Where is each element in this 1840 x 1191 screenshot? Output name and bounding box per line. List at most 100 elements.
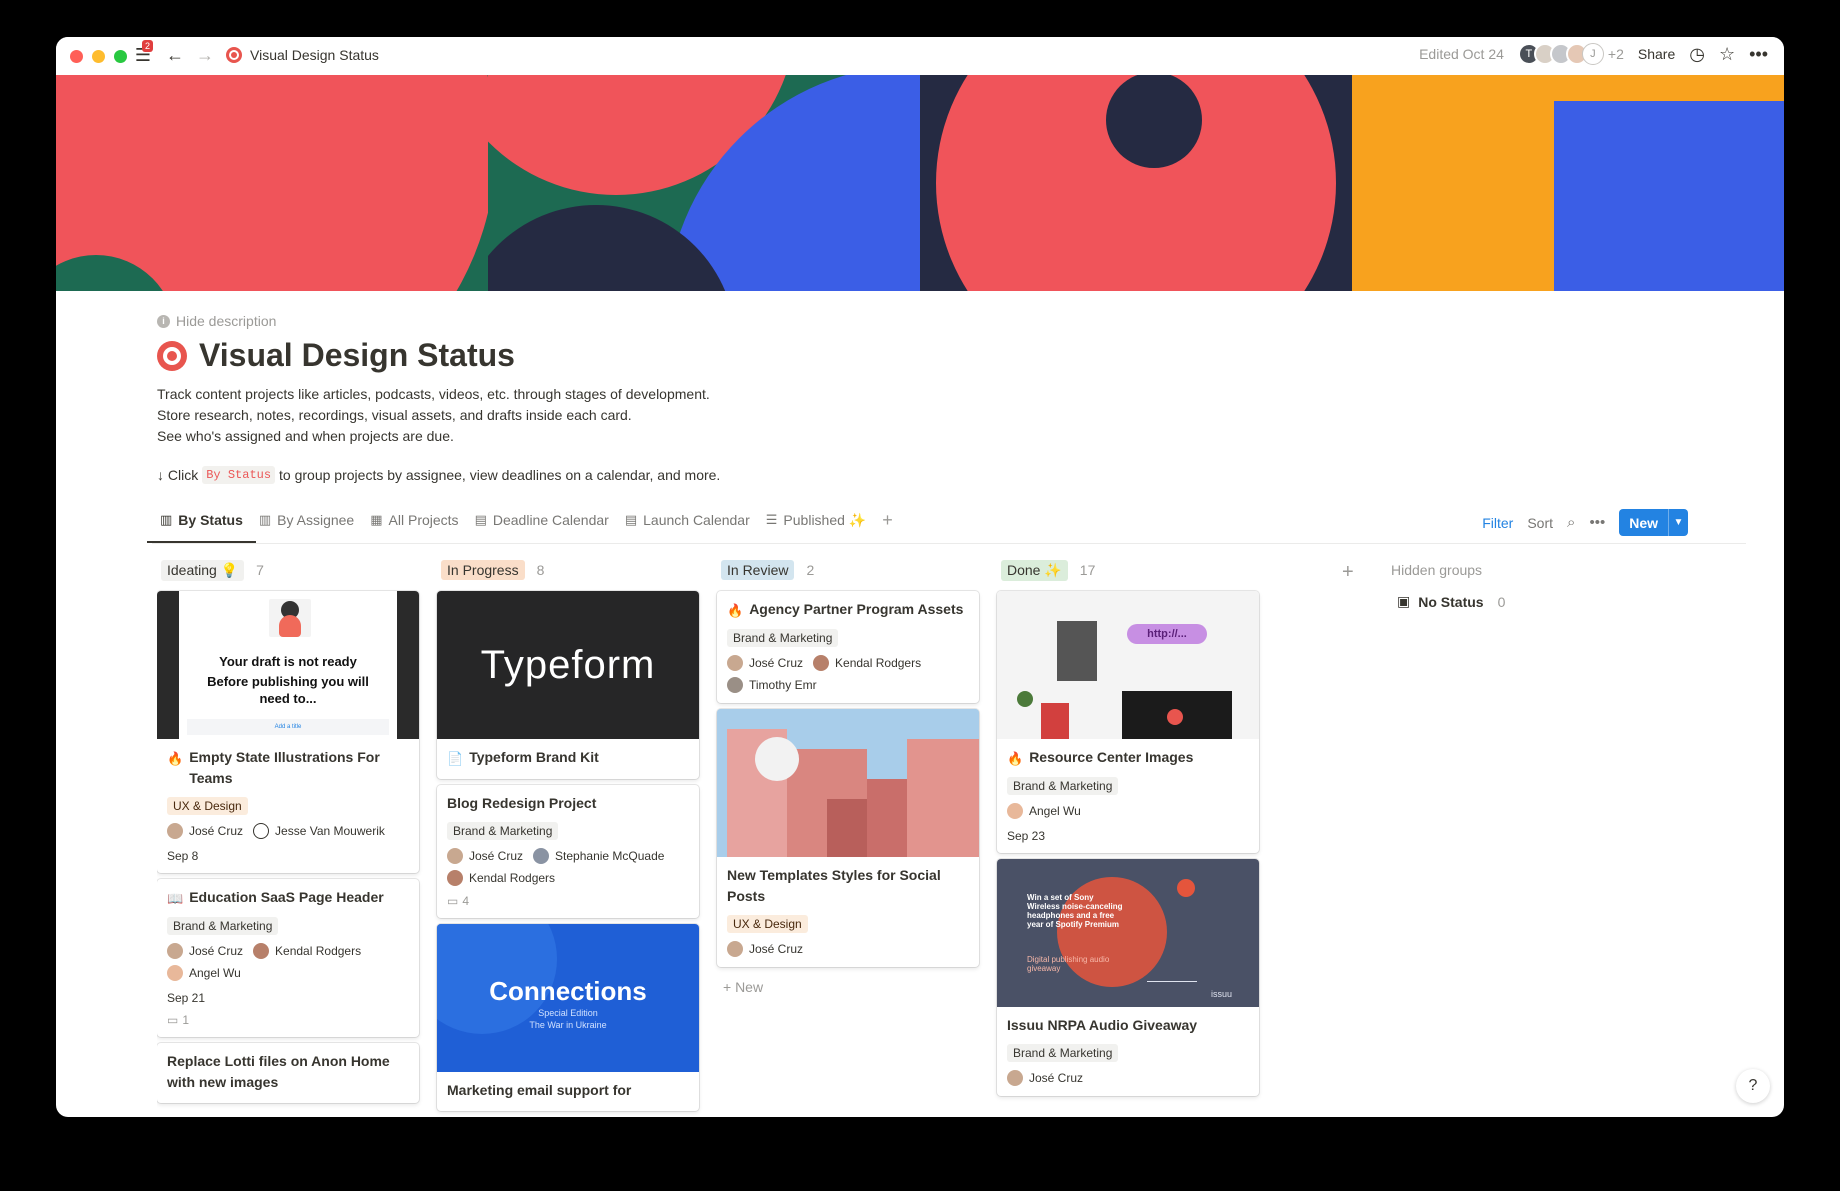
assignee-name: Kendal Rodgers: [275, 944, 362, 958]
card-title-text: Empty State Illustrations For Teams: [189, 749, 380, 786]
card-cover-image: Your draft is not ready Before publishin…: [157, 591, 419, 739]
filter-button[interactable]: Filter: [1482, 515, 1513, 531]
comment-icon: ▭: [167, 1013, 179, 1027]
more-icon[interactable]: •••: [1589, 514, 1605, 531]
cover-text: Connections: [489, 976, 647, 1006]
page-title-text[interactable]: Visual Design Status: [199, 337, 515, 374]
cover-text: issuu: [1211, 989, 1233, 999]
forward-arrow-icon[interactable]: →: [196, 45, 214, 66]
clock-icon[interactable]: ◷: [1689, 44, 1705, 65]
assignee-name: José Cruz: [469, 849, 524, 863]
draft-illustration: Your draft is not ready Before publishin…: [179, 591, 397, 739]
extra-collaborators-count[interactable]: +2: [1608, 46, 1624, 62]
board-card[interactable]: 🔥 Agency Partner Program Assets Brand & …: [717, 591, 979, 703]
hint-suffix: to group projects by assignee, view dead…: [279, 467, 721, 483]
column-header[interactable]: In Progress 8: [437, 555, 699, 585]
card-title-text: New Templates Styles for Social Posts: [727, 867, 941, 904]
board-card[interactable]: Blog Redesign Project Brand & Marketing …: [437, 785, 699, 918]
column-header[interactable]: Done ✨ 17: [997, 555, 1259, 585]
share-button[interactable]: Share: [1638, 46, 1675, 62]
tab-deadline-calendar[interactable]: ▤ Deadline Calendar: [467, 502, 617, 538]
fire-icon: 🔥: [167, 751, 184, 766]
card-title-text: Resource Center Images: [1029, 749, 1194, 765]
collaborator-avatars[interactable]: T J +2: [1517, 43, 1624, 65]
tab-label: By Status: [178, 512, 243, 528]
view-toolbar: Filter Sort ⌕ ••• New ▼: [1482, 509, 1688, 536]
description-line: Store research, notes, recordings, visua…: [157, 407, 632, 423]
card-title-text: Marketing email support for: [447, 1082, 632, 1098]
card-title: 📖 Education SaaS Page Header: [167, 887, 409, 909]
assignee-name: José Cruz: [189, 824, 244, 838]
assignee-name: Kendal Rodgers: [835, 656, 922, 670]
back-arrow-icon[interactable]: ←: [166, 45, 184, 66]
board-card[interactable]: http://... 🔥 Resource Center Images Bran…: [997, 591, 1259, 853]
add-view-icon[interactable]: +: [874, 510, 901, 531]
avatar[interactable]: J: [1581, 43, 1604, 65]
category-tag: Brand & Marketing: [167, 917, 279, 935]
page-cover[interactable]: [56, 75, 1784, 291]
board-card[interactable]: Your draft is not ready Before publishin…: [157, 591, 419, 873]
add-group-icon[interactable]: +: [1342, 561, 1354, 584]
board-card[interactable]: New Templates Styles for Social Posts UX…: [717, 709, 979, 967]
board-column-in-review: In Review 2 🔥 Agency Partner Program Ass…: [717, 555, 979, 995]
assignee: José Cruz: [727, 941, 803, 957]
tab-all-projects[interactable]: ▦ All Projects: [362, 502, 466, 538]
title-bar: ☰ 2 ← → Visual Design Status Edited Oct …: [56, 37, 1784, 75]
close-window-button[interactable]: [70, 50, 83, 63]
star-icon[interactable]: ☆: [1719, 44, 1735, 65]
hide-description-toggle[interactable]: i Hide description: [157, 313, 276, 329]
board-card[interactable]: 📖 Education SaaS Page Header Brand & Mar…: [157, 879, 419, 1037]
column-count: 17: [1079, 562, 1096, 578]
board-card[interactable]: Replace Lotti files on Anon Home with ne…: [157, 1043, 419, 1103]
comment-count-value: 1: [182, 1013, 190, 1027]
minimize-window-button[interactable]: [92, 50, 105, 63]
add-card-button[interactable]: + New: [717, 979, 979, 995]
assignees: José Cruz Stephanie McQuade Kendal Rodge…: [447, 848, 689, 886]
chevron-down-icon[interactable]: ▼: [1668, 509, 1688, 536]
cover-text: Special Edition: [538, 1008, 598, 1018]
card-title: 🔥 Agency Partner Program Assets: [727, 599, 969, 621]
divider: [152, 543, 1746, 544]
hidden-group-no-status[interactable]: ▣ No Status 0: [1387, 585, 1637, 618]
card-title: Issuu NRPA Audio Giveaway: [1007, 1015, 1249, 1036]
assignees: José Cruz Kendal Rodgers Angel Wu: [167, 943, 409, 981]
tab-launch-calendar[interactable]: ▤ Launch Calendar: [617, 502, 758, 538]
cover-text: Typeform: [480, 642, 656, 687]
target-icon[interactable]: [157, 340, 187, 371]
cover-text: Win a set of Sony Wireless noise-canceli…: [1027, 893, 1123, 929]
card-title: New Templates Styles for Social Posts: [727, 865, 969, 907]
sidebar-menu-button[interactable]: ☰ 2: [132, 40, 154, 66]
assignee: Kendal Rodgers: [253, 943, 361, 959]
tab-published[interactable]: ☰ Published ✨: [758, 502, 874, 538]
sort-button[interactable]: Sort: [1527, 515, 1553, 531]
page-title: Visual Design Status: [157, 337, 515, 374]
assignee: Angel Wu: [167, 965, 241, 981]
app-window: ☰ 2 ← → Visual Design Status Edited Oct …: [56, 37, 1784, 1117]
more-icon[interactable]: •••: [1749, 44, 1768, 65]
breadcrumb[interactable]: Visual Design Status: [226, 47, 379, 63]
board-card[interactable]: Typeform 📄 Typeform Brand Kit: [437, 591, 699, 779]
assignees: José Cruz: [1007, 1070, 1249, 1086]
help-button[interactable]: ?: [1736, 1069, 1770, 1103]
due-date: Sep 21: [167, 991, 206, 1005]
column-header[interactable]: In Review 2: [717, 555, 979, 585]
tab-by-assignee[interactable]: ▥ By Assignee: [251, 502, 362, 538]
column-header[interactable]: Ideating 💡 7: [157, 555, 419, 585]
search-icon[interactable]: ⌕: [1567, 514, 1575, 531]
new-button[interactable]: New ▼: [1619, 509, 1688, 536]
notification-badge: 2: [142, 40, 154, 52]
board-card[interactable]: Connections Special Edition The War in U…: [437, 924, 699, 1111]
avatar: [167, 823, 183, 839]
column-label: Done ✨: [1001, 559, 1068, 581]
board-card[interactable]: Win a set of Sony Wireless noise-canceli…: [997, 859, 1259, 1096]
zoom-window-button[interactable]: [114, 50, 127, 63]
tab-by-status[interactable]: ▥ By Status: [147, 502, 256, 543]
comment-count: ▭ 4: [447, 894, 689, 908]
assignee: Stephanie McQuade: [533, 848, 664, 864]
assignee: José Cruz: [167, 823, 243, 839]
avatar: [727, 677, 743, 693]
book-icon: 📖: [167, 891, 184, 906]
assignee-name: Timothy Emr: [749, 678, 817, 692]
assignee: José Cruz: [1007, 1070, 1083, 1086]
cover-text: Digital publishing audio giveaway: [1027, 955, 1110, 973]
